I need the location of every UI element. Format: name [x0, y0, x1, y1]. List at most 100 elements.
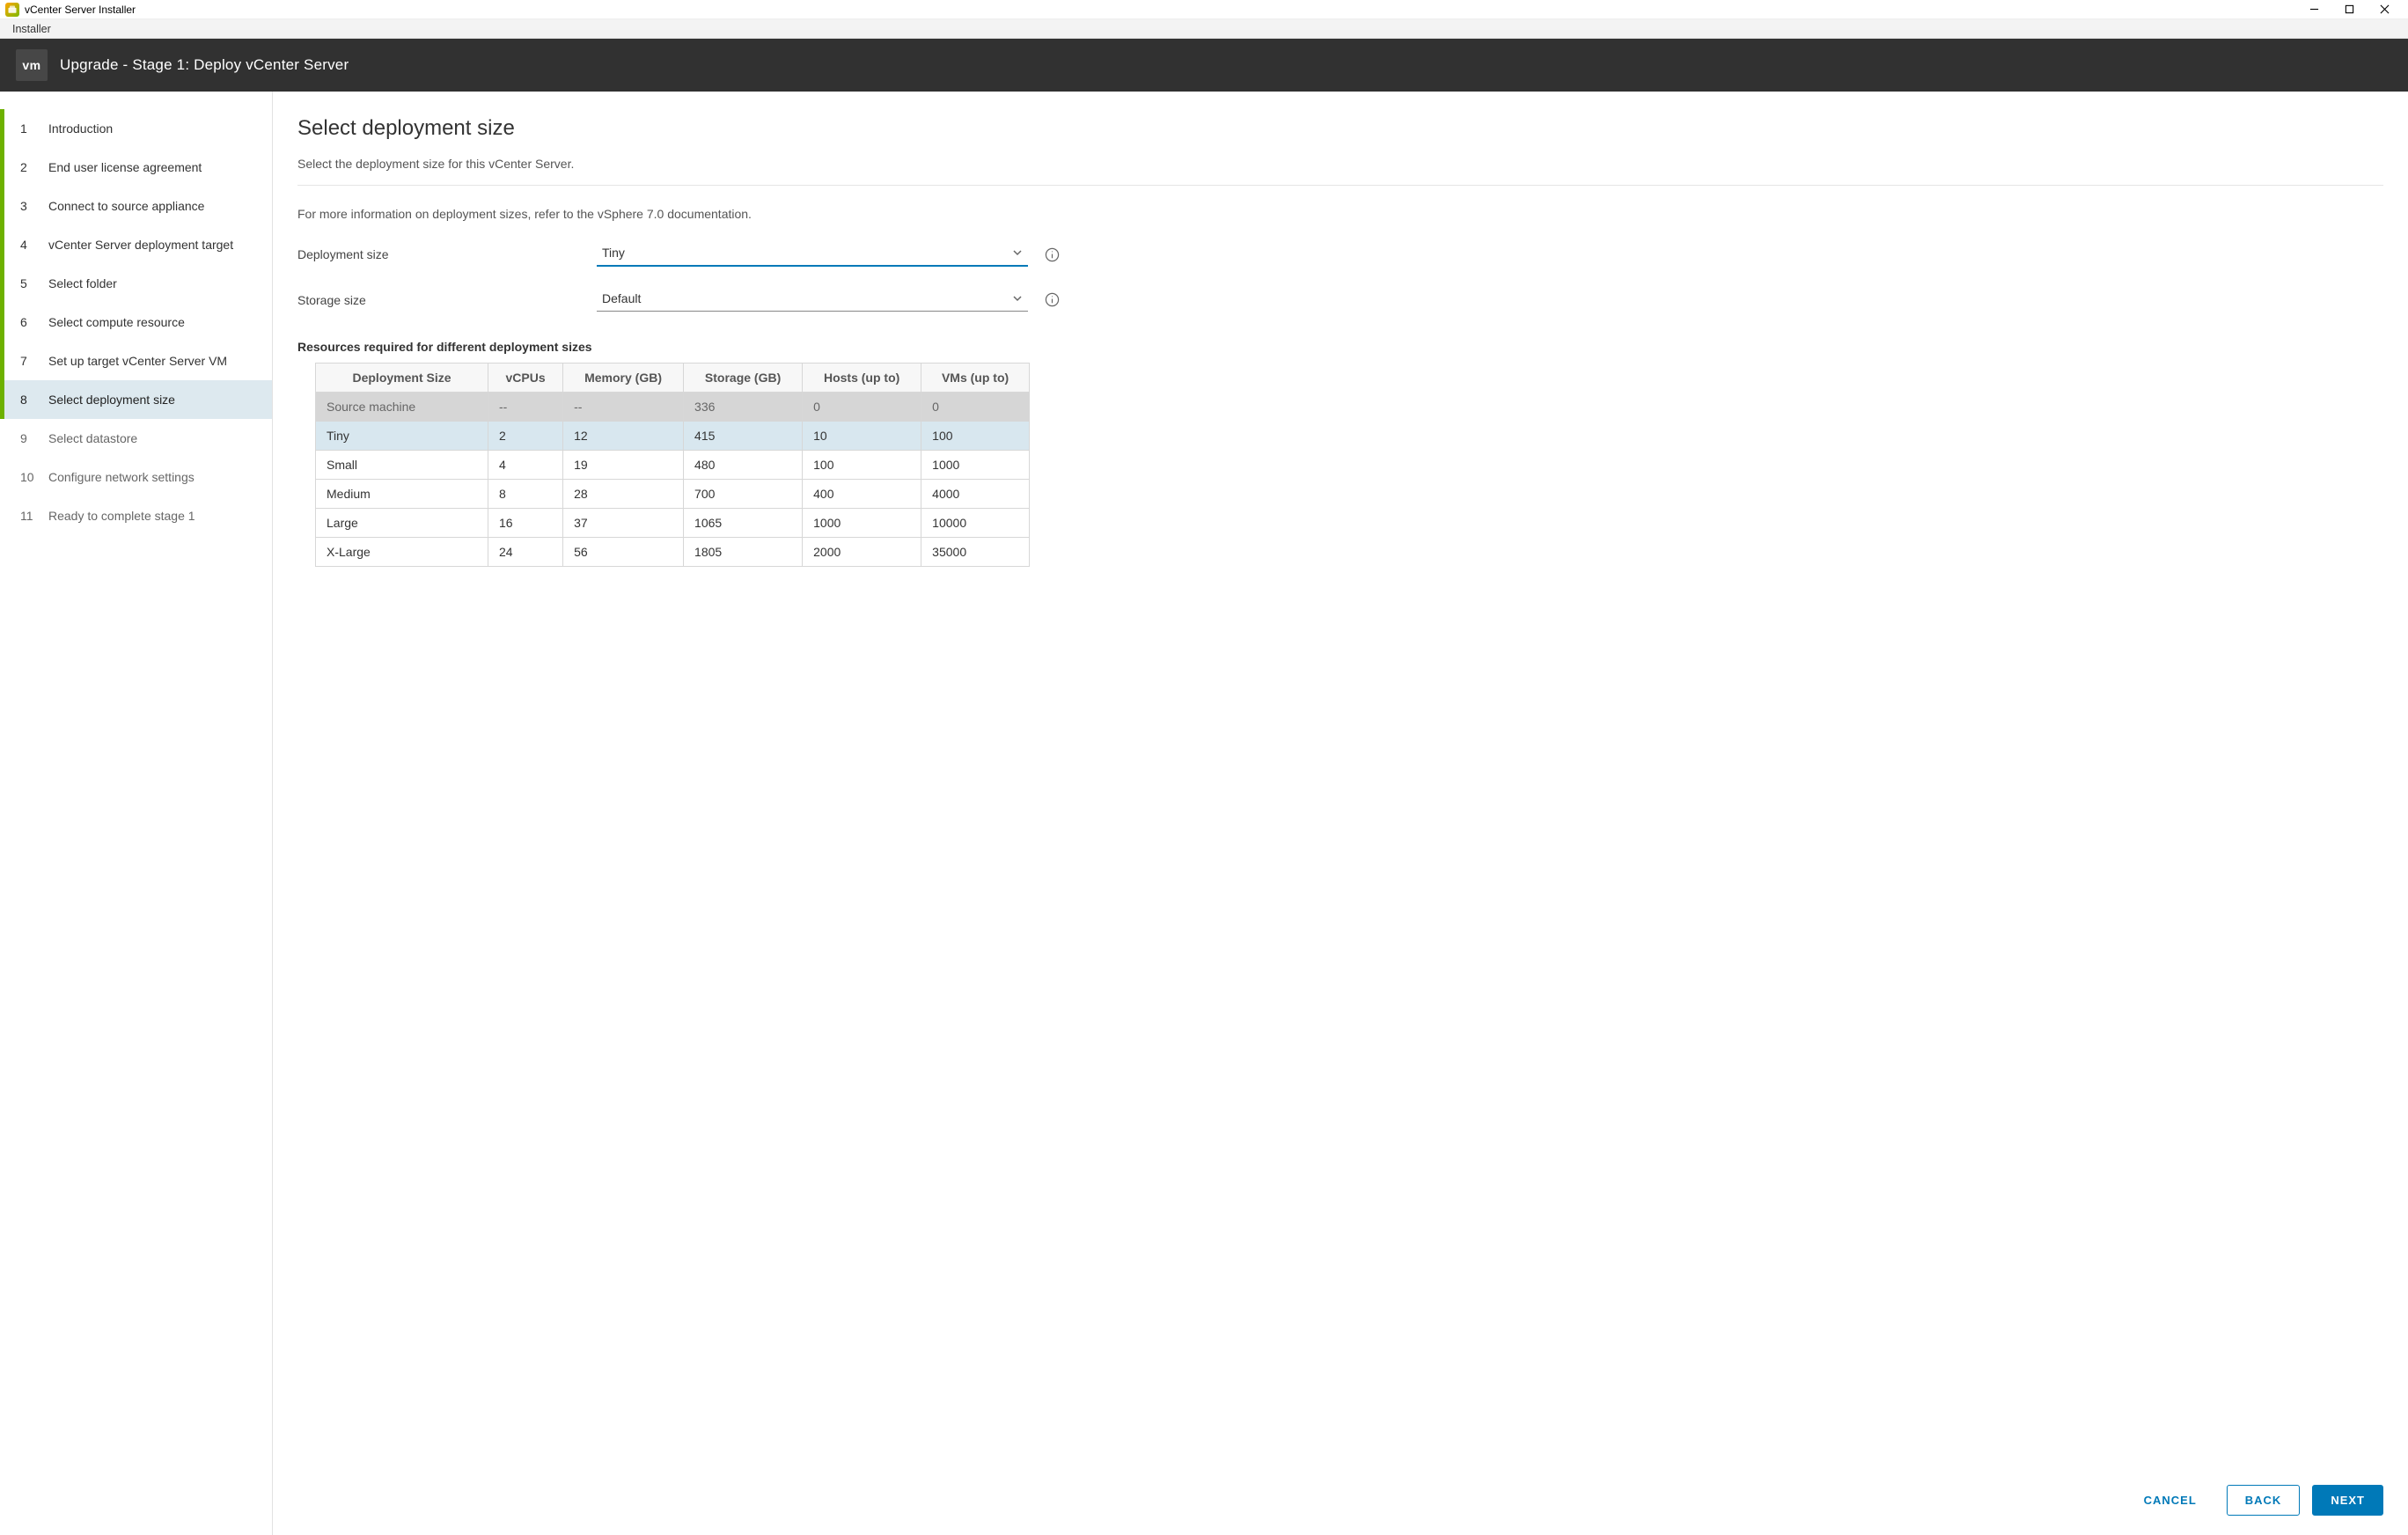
- table-cell: 2000: [803, 538, 921, 567]
- step-label: Connect to source appliance: [48, 199, 204, 213]
- minimize-button[interactable]: [2304, 0, 2324, 19]
- table-cell: 1805: [684, 538, 803, 567]
- storage-size-label: Storage size: [297, 293, 597, 307]
- wizard-step-8[interactable]: 8 Select deployment size: [0, 380, 272, 419]
- step-label: Set up target vCenter Server VM: [48, 354, 227, 368]
- table-cell: 10000: [921, 509, 1030, 538]
- step-number: 4: [20, 238, 36, 252]
- step-number: 2: [20, 160, 36, 174]
- step-number: 3: [20, 199, 36, 213]
- step-label: vCenter Server deployment target: [48, 238, 233, 252]
- app-icon: [5, 3, 19, 17]
- step-number: 6: [20, 315, 36, 329]
- step-label: Select folder: [48, 276, 117, 290]
- maximize-button[interactable]: [2339, 0, 2359, 19]
- step-number: 7: [20, 354, 36, 368]
- wizard-steps-sidebar: 1 Introduction 2 End user license agreement…: [0, 92, 273, 1535]
- table-cell: --: [563, 393, 684, 422]
- step-label: Introduction: [48, 121, 113, 136]
- deployment-size-label: Deployment size: [297, 247, 597, 261]
- page-subtitle: Select the deployment size for this vCen…: [297, 157, 2383, 186]
- table-cell: 8: [488, 480, 563, 509]
- wizard-step-1[interactable]: 1 Introduction: [0, 109, 272, 148]
- table-cell: 2: [488, 422, 563, 451]
- menubar: Installer: [0, 19, 2408, 39]
- storage-size-select[interactable]: Default: [597, 288, 1028, 312]
- back-button[interactable]: BACK: [2227, 1485, 2301, 1516]
- table-cell: --: [488, 393, 563, 422]
- resources-table: Deployment SizevCPUsMemory (GB)Storage (…: [315, 363, 1030, 567]
- wizard-step-9: 9 Select datastore: [0, 419, 272, 458]
- step-label: End user license agreement: [48, 160, 202, 174]
- close-button[interactable]: [2375, 0, 2394, 19]
- table-cell: 28: [563, 480, 684, 509]
- table-cell: 415: [684, 422, 803, 451]
- table-cell: 1000: [921, 451, 1030, 480]
- table-cell: 0: [921, 393, 1030, 422]
- resources-section-title: Resources required for different deploym…: [297, 340, 2383, 354]
- step-label: Select datastore: [48, 431, 137, 445]
- menu-installer[interactable]: Installer: [7, 21, 56, 37]
- table-cell: 4000: [921, 480, 1030, 509]
- wizard-header: vm Upgrade - Stage 1: Deploy vCenter Ser…: [0, 39, 2408, 92]
- table-header: vCPUs: [488, 364, 563, 393]
- page-title: Select deployment size: [297, 116, 2383, 141]
- step-label: Select deployment size: [48, 393, 175, 407]
- table-row: Large16371065100010000: [316, 509, 1030, 538]
- table-row: X-Large24561805200035000: [316, 538, 1030, 567]
- table-cell: Tiny: [316, 422, 488, 451]
- table-cell: 19: [563, 451, 684, 480]
- table-row: Small4194801001000: [316, 451, 1030, 480]
- help-text: For more information on deployment sizes…: [297, 207, 2383, 221]
- table-cell: Large: [316, 509, 488, 538]
- table-row: Source machine----33600: [316, 393, 1030, 422]
- next-button[interactable]: NEXT: [2312, 1485, 2383, 1516]
- wizard-step-5[interactable]: 5 Select folder: [0, 264, 272, 303]
- table-cell: 16: [488, 509, 563, 538]
- step-label: Ready to complete stage 1: [48, 509, 195, 523]
- table-cell: 700: [684, 480, 803, 509]
- table-row: Medium8287004004000: [316, 480, 1030, 509]
- table-header: Deployment Size: [316, 364, 488, 393]
- table-header: VMs (up to): [921, 364, 1030, 393]
- table-cell: 1065: [684, 509, 803, 538]
- step-number: 8: [20, 393, 36, 407]
- table-cell: 336: [684, 393, 803, 422]
- info-icon[interactable]: [1044, 292, 1060, 308]
- table-cell: 100: [921, 422, 1030, 451]
- table-cell: 400: [803, 480, 921, 509]
- window-title: vCenter Server Installer: [25, 4, 136, 16]
- wizard-step-2[interactable]: 2 End user license agreement: [0, 148, 272, 187]
- step-number: 5: [20, 276, 36, 290]
- wizard-step-7[interactable]: 7 Set up target vCenter Server VM: [0, 342, 272, 380]
- step-label: Select compute resource: [48, 315, 185, 329]
- wizard-step-3[interactable]: 3 Connect to source appliance: [0, 187, 272, 225]
- wizard-step-10: 10Configure network settings: [0, 458, 272, 496]
- wizard-page: Select deployment size Select the deploy…: [273, 92, 2408, 1535]
- wizard-step-6[interactable]: 6 Select compute resource: [0, 303, 272, 342]
- wizard-footer: CANCEL BACK NEXT: [2126, 1485, 2383, 1516]
- step-label: Configure network settings: [48, 470, 195, 484]
- table-cell: Source machine: [316, 393, 488, 422]
- table-cell: 37: [563, 509, 684, 538]
- wizard-step-11: 11Ready to complete stage 1: [0, 496, 272, 535]
- table-row: Tiny21241510100: [316, 422, 1030, 451]
- table-cell: 0: [803, 393, 921, 422]
- table-cell: 35000: [921, 538, 1030, 567]
- deployment-size-select[interactable]: Tiny: [597, 242, 1028, 267]
- table-cell: 480: [684, 451, 803, 480]
- wizard-step-4[interactable]: 4 vCenter Server deployment target: [0, 225, 272, 264]
- table-cell: 4: [488, 451, 563, 480]
- step-number: 9: [20, 431, 36, 445]
- table-header: Memory (GB): [563, 364, 684, 393]
- table-cell: 100: [803, 451, 921, 480]
- vmware-logo: vm: [16, 49, 48, 81]
- table-cell: 24: [488, 538, 563, 567]
- info-icon[interactable]: [1044, 246, 1060, 262]
- table-cell: 56: [563, 538, 684, 567]
- wizard-title: Upgrade - Stage 1: Deploy vCenter Server: [60, 56, 349, 74]
- window-titlebar: vCenter Server Installer: [0, 0, 2408, 19]
- step-number: 1: [20, 121, 36, 136]
- cancel-button[interactable]: CANCEL: [2126, 1486, 2214, 1515]
- table-cell: X-Large: [316, 538, 488, 567]
